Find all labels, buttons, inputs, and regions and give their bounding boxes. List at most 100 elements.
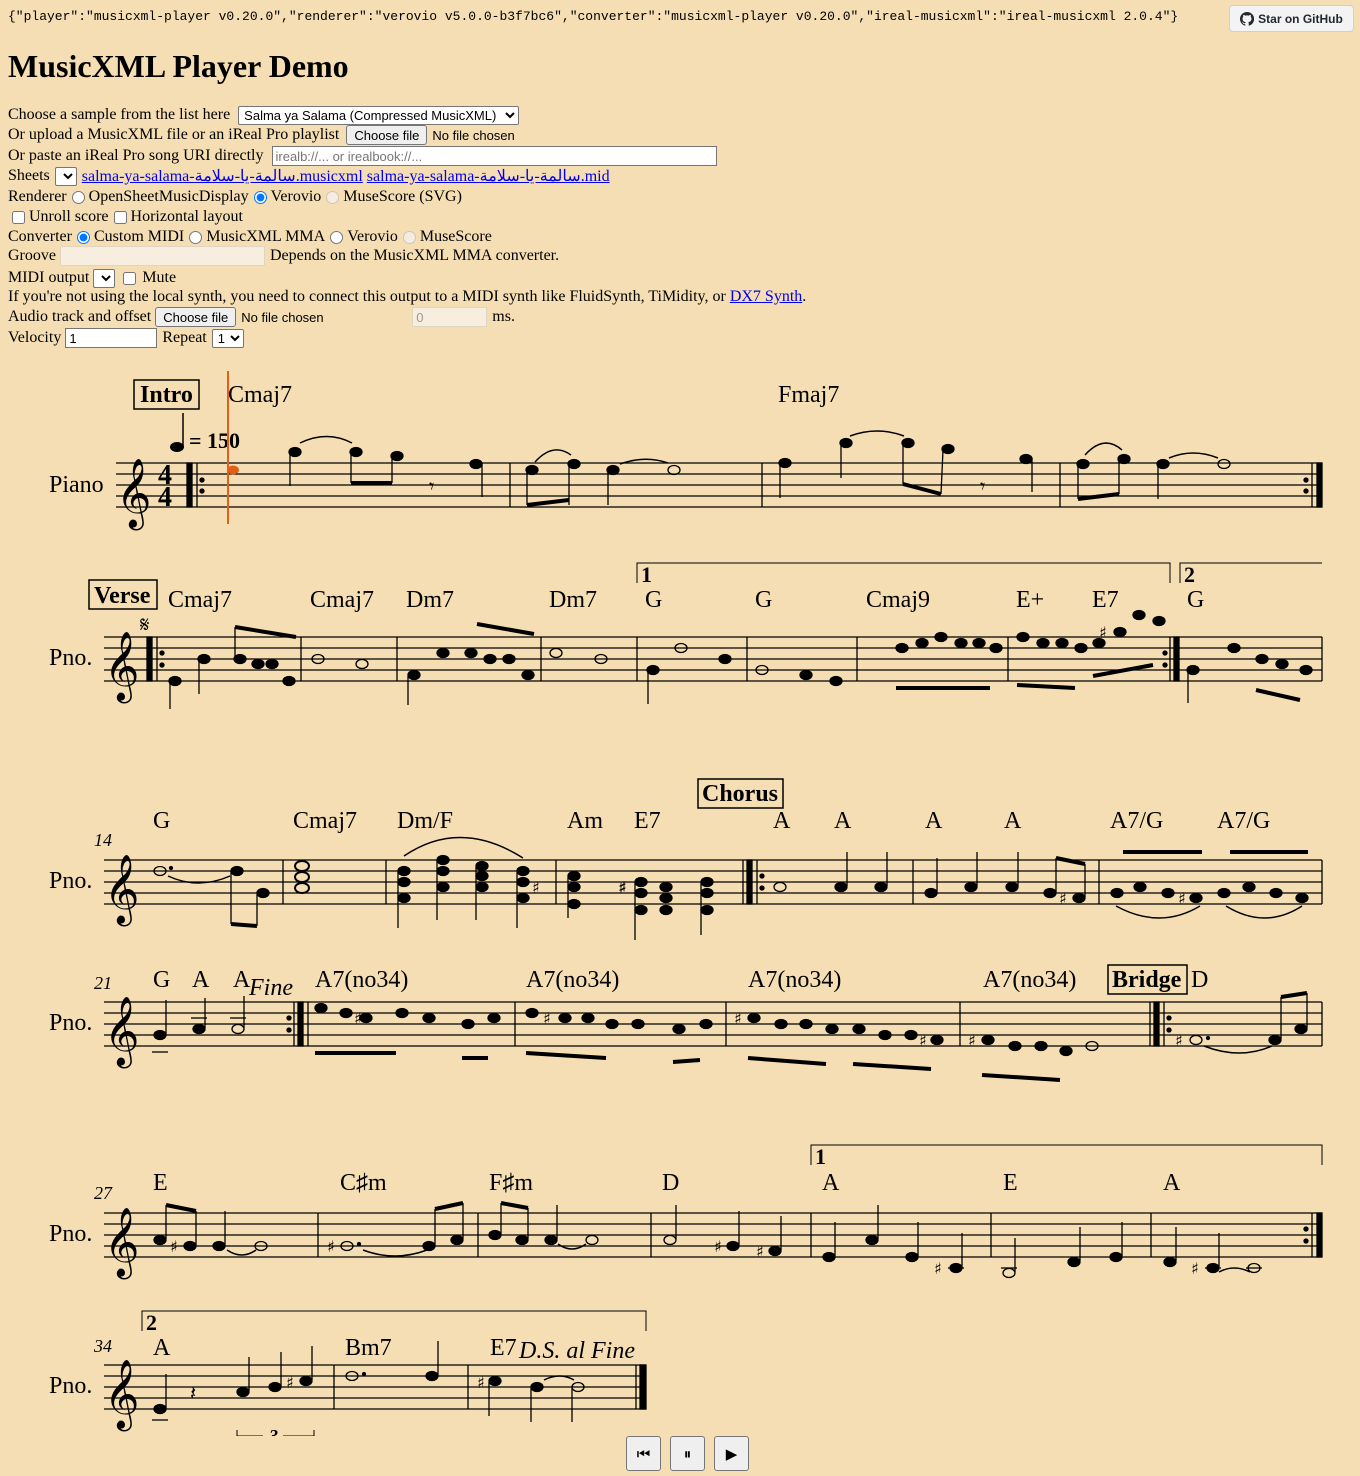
svg-text:𝄽: 𝄽 [190,1383,196,1405]
chord-symbol: G [153,808,170,834]
volta-label: 1 [641,562,652,587]
svg-text:𝄞: 𝄞 [104,631,139,703]
svg-text:𝄾: 𝄾 [429,476,434,498]
chord-symbol: Cmaj7 [293,808,357,834]
mute-checkbox[interactable] [123,271,137,285]
sample-label: Choose a sample from the list here [8,106,231,123]
svg-text:♯: ♯ [619,878,627,897]
svg-text:𝄞: 𝄞 [104,1207,139,1279]
play-button[interactable]: ▶ [714,1436,749,1471]
pause-button[interactable]: ⏸ [670,1436,705,1471]
staff-system-5: 27 1 E C♯m F♯m D A E A Pno. 𝄞 ♯ ♯ ♯ ♯♯ ♯… [49,623,1323,1279]
midi-note-end: . [802,288,807,305]
renderer-musescore-label: MuseScore (SVG) [343,188,462,205]
midi-output-select[interactable] [93,268,116,288]
chord-symbol: Cmaj7 [168,587,232,613]
upload-file-button[interactable]: Choose file [346,125,428,145]
chord-symbol: D [662,1170,679,1196]
converter-verovio-radio[interactable] [330,230,344,244]
midi-note-text: If you're not using the local synth, you… [8,288,726,305]
renderer-osmd-label: OpenSheetMusicDisplay [88,188,249,205]
svg-text:♯: ♯ [1099,623,1107,642]
velocity-label: Velocity [8,329,62,346]
audio-offset-input[interactable] [412,307,488,327]
converter-custom-midi-label: Custom MIDI [93,228,185,245]
svg-text:♯: ♯ [734,1009,742,1028]
chord-symbol: D [1191,967,1208,993]
dx7-synth-link[interactable]: DX7 Synth [730,288,802,306]
github-icon [1240,11,1255,26]
chord-symbol: A7(no34) [748,967,841,993]
rewind-icon: ⏮ [636,1444,651,1463]
svg-text:♯: ♯ [756,1242,764,1261]
current-note [227,465,239,475]
horizontal-layout-checkbox[interactable] [113,210,127,224]
staff-system-1: Intro Cmaj7 Fmaj7 = 150 Piano 𝄞 4 4 𝄾 𝄾 [49,371,1323,530]
chord-symbol: E [1003,1170,1018,1196]
segno-icon: 𝄋 [140,613,149,638]
measure-number: 14 [94,830,112,850]
musicxml-download-link[interactable]: salma-ya-salama-سالمة-يا-سلامة.musicxml [82,166,363,186]
audio-file-status: No file chosen [241,309,324,325]
midi-download-link[interactable]: salma-ya-salama-سالمة-يا-سلامة.mid [367,166,610,186]
chord-symbol: E7 [490,1335,517,1361]
svg-text:♯: ♯ [286,1373,294,1392]
unroll-score-checkbox[interactable] [12,210,25,224]
rehearsal-chorus: Chorus [702,781,778,807]
svg-text:♯: ♯ [714,1237,722,1256]
staff-system-4: 21 G A A Fine A7(no34) A7(no34) A7(no34)… [49,964,1323,1082]
svg-text:𝄞: 𝄞 [104,854,139,926]
audio-file-button[interactable]: Choose file [155,307,237,327]
chord-symbol: A [925,808,943,834]
staff-system-2: Verse Cmaj7 Cmaj7 Dm7 Dm7 G G Cmaj9 E+ E… [49,562,1323,709]
svg-text:♯: ♯ [1175,1031,1183,1050]
unroll-score-label: Unroll score [29,208,109,225]
svg-text:𝄾: 𝄾 [980,476,985,498]
svg-text:4: 4 [158,482,172,513]
velocity-row: Velocity Repeat 1 [8,328,244,348]
github-star-button[interactable]: Star on GitHub [1229,5,1354,32]
rewind-button[interactable]: ⏮ [626,1436,661,1471]
converter-mma-radio[interactable] [189,230,203,244]
upload-label: Or upload a MusicXML file or an iReal Pr… [8,126,340,143]
chord-symbol: Am [567,808,603,834]
converter-row: Converter Custom MIDI MusicXML MMA Verov… [8,227,492,247]
chord-symbol: A [822,1170,840,1196]
svg-text:♯: ♯ [1191,1259,1199,1278]
sheets-row: Sheets salma-ya-salama-سالمة-يا-سلامة.mu… [8,166,610,186]
converter-custom-midi-radio[interactable] [76,230,90,244]
rehearsal-bridge: Bridge [1112,967,1182,993]
renderer-osmd-radio[interactable] [71,190,85,204]
renderer-verovio-radio[interactable] [253,190,267,204]
velocity-input[interactable] [65,328,158,348]
groove-input[interactable] [59,246,265,266]
midi-row: MIDI output Mute [8,268,176,288]
sheets-select[interactable] [54,166,77,186]
chord-symbol: A7(no34) [315,967,408,993]
paste-label: Or paste an iReal Pro song URI directly [8,147,264,164]
rehearsal-verse: Verse [94,583,151,609]
svg-text:♯: ♯ [1059,889,1067,908]
renderer-musescore-radio[interactable] [326,190,340,204]
tempo-marking: = 150 [189,428,240,453]
instrument-short-name: Pno. [49,868,92,894]
sample-select[interactable]: Salma ya Salama (Compressed MusicXML) [238,105,520,125]
chord-symbol: A [153,1335,171,1361]
svg-text:♯: ♯ [934,1259,942,1278]
play-icon: ▶ [725,1444,738,1463]
converter-musescore-radio[interactable] [402,230,416,244]
converter-mma-label: MusicXML MMA [206,228,326,245]
sample-row: Choose a sample from the list here Salma… [8,105,520,125]
repeat-select[interactable]: 1 [211,328,244,348]
chord-symbol: E7 [1092,587,1119,613]
upload-row: Or upload a MusicXML file or an iReal Pr… [8,125,515,145]
chord-symbol: G [645,587,662,613]
svg-text:♯: ♯ [354,1009,362,1028]
chord-symbol: Cmaj7 [310,587,374,613]
music-score[interactable]: Intro Cmaj7 Fmaj7 = 150 Piano 𝄞 4 4 𝄾 𝄾 … [0,360,1360,1436]
svg-text:♯: ♯ [919,1031,927,1050]
layout-row: Unroll score Horizontal layout [8,207,243,227]
chord-symbol: E+ [1016,587,1044,613]
ds-al-fine-marking: D.S. al Fine [518,1338,635,1364]
ireal-uri-input[interactable] [271,146,717,166]
